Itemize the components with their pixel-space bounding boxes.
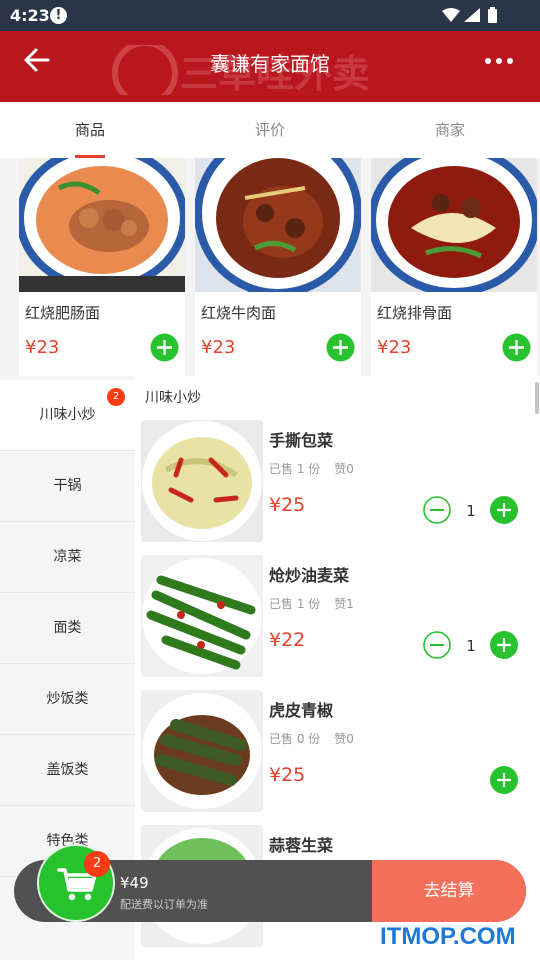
item-name: 手撕包菜: [269, 431, 334, 450]
item-meta: 已售 1 份赞1: [269, 595, 354, 612]
category-count-badge: 2: [107, 388, 125, 406]
section-title: 川味小炒: [145, 390, 201, 406]
item-price: ¥25: [269, 764, 306, 786]
menu-item[interactable]: 炝炒油麦菜 已售 1 份赞1 ¥22 1: [141, 555, 536, 679]
store-header: 三草哇外卖 囊谦有家面馆: [0, 31, 540, 102]
dish-photo: [141, 690, 263, 812]
tab-merchant[interactable]: 商家: [360, 102, 540, 158]
tab-products[interactable]: 商品: [0, 102, 180, 158]
scrollbar[interactable]: [535, 382, 539, 414]
item-price: ¥22: [269, 629, 306, 651]
cart-total: ¥49: [120, 874, 149, 892]
category-item[interactable]: 面类: [0, 593, 135, 664]
like-count: 赞1: [334, 597, 354, 611]
category-label: 川味小炒: [39, 407, 96, 423]
add-icon[interactable]: [490, 631, 518, 659]
dish-photo: [141, 555, 263, 677]
status-time: 4:23: [10, 6, 50, 25]
like-count: 赞0: [334, 462, 354, 476]
item-name: 炝炒油麦菜: [269, 566, 350, 585]
minus-icon[interactable]: [423, 496, 451, 524]
category-item[interactable]: 凉菜: [0, 522, 135, 593]
status-bar: 4:23 !: [0, 0, 540, 31]
dish-price: ¥23: [377, 337, 412, 358]
category-label: 凉菜: [53, 549, 82, 565]
dish-price: ¥23: [201, 337, 236, 358]
category-label: 盖饭类: [46, 762, 89, 778]
menu-item[interactable]: 虎皮青椒 已售 0 份赞0 ¥25: [141, 690, 536, 814]
site-watermark: ITMOP.COM: [380, 923, 516, 950]
sold-count: 已售 1 份: [269, 462, 321, 476]
dish-photo: [141, 420, 263, 542]
item-name: 虎皮青椒: [269, 701, 334, 720]
featured-card[interactable]: 红烧排骨面 ¥23: [371, 158, 537, 376]
dish-name: 红烧排骨面: [377, 304, 453, 322]
tab-label: 商品: [74, 121, 105, 139]
category-label: 干锅: [53, 478, 82, 494]
add-icon[interactable]: [326, 333, 355, 362]
add-icon[interactable]: [490, 766, 518, 794]
sold-count: 已售 0 份: [269, 732, 321, 746]
item-price: ¥25: [269, 494, 306, 516]
add-icon[interactable]: [502, 333, 531, 362]
dish-name: 红烧牛肉面: [201, 304, 277, 322]
item-meta: 已售 1 份赞0: [269, 460, 354, 477]
add-icon[interactable]: [490, 496, 518, 524]
dish-photo: [19, 158, 185, 292]
category-label: 炒饭类: [46, 691, 89, 707]
featured-card[interactable]: 红烧肥肠面 ¥23: [19, 158, 185, 376]
item-meta: 已售 0 份赞0: [269, 730, 354, 747]
checkout-button[interactable]: 去结算: [372, 860, 526, 922]
featured-carousel[interactable]: 红烧肥肠面 ¥23 红烧牛肉面 ¥23 红烧排骨面 ¥23: [0, 158, 540, 376]
dish-name: 红烧肥肠面: [25, 304, 101, 322]
category-item[interactable]: 川味小炒 2: [0, 380, 135, 451]
like-count: 赞0: [334, 732, 354, 746]
tab-label: 商家: [434, 121, 465, 139]
item-quantity: 1: [466, 502, 476, 520]
sold-count: 已售 1 份: [269, 597, 321, 611]
category-label: 面类: [53, 620, 82, 636]
dish-photo: [195, 158, 361, 292]
menu-item[interactable]: 手撕包菜 已售 1 份赞0 ¥25 1: [141, 420, 536, 544]
cart-count-badge: 2: [84, 851, 110, 877]
featured-card[interactable]: 红烧牛肉面 ¥23: [195, 158, 361, 376]
dish-photo: [371, 158, 537, 292]
dish-price: ¥23: [25, 337, 60, 358]
alert-icon: !: [50, 7, 67, 24]
add-icon[interactable]: [150, 333, 179, 362]
category-item[interactable]: 干锅: [0, 451, 135, 522]
tab-bar: 商品 评价 商家: [0, 102, 540, 158]
store-title: 囊谦有家面馆: [210, 52, 330, 76]
more-options-icon[interactable]: [484, 56, 514, 66]
delivery-fee-note: 配送费以订单为准: [120, 898, 208, 911]
category-item[interactable]: 盖饭类: [0, 735, 135, 806]
category-item[interactable]: 炒饭类: [0, 664, 135, 735]
item-name: 蒜蓉生菜: [269, 836, 334, 855]
item-quantity: 1: [466, 637, 476, 655]
system-status-icons: [442, 7, 497, 23]
tab-label: 评价: [254, 121, 285, 139]
minus-icon[interactable]: [423, 631, 451, 659]
tab-reviews[interactable]: 评价: [180, 102, 360, 158]
